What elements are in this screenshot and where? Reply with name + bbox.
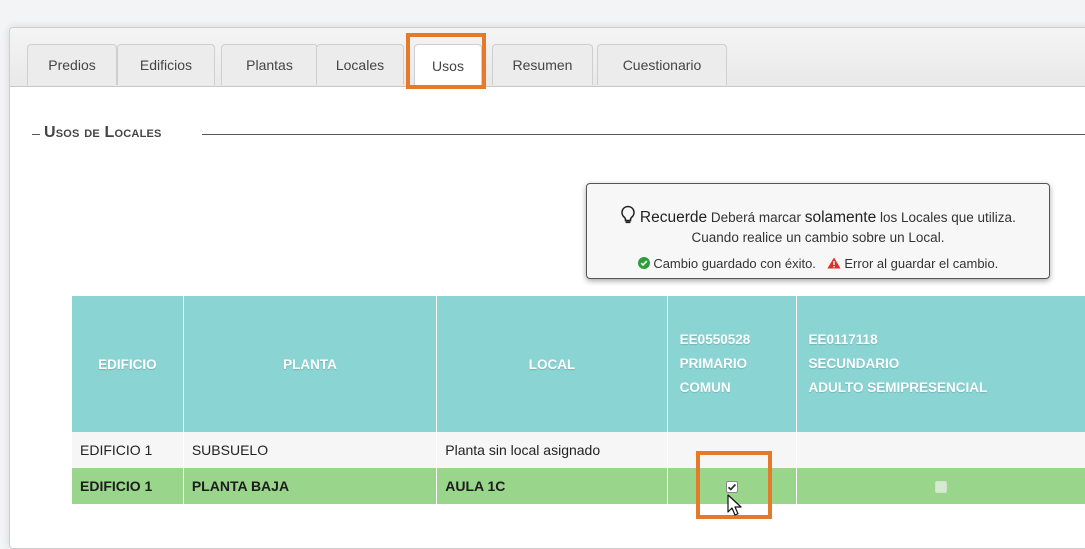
section-title: Usos de Locales <box>42 124 164 142</box>
lightbulb-icon <box>620 205 636 225</box>
header-planta: PLANTA <box>183 296 436 432</box>
tip-recuerde: Recuerde <box>640 209 707 226</box>
tab-bar: Predios Edificios Plantas Locales Usos R… <box>10 28 1085 87</box>
cell-local: Planta sin local asignado <box>437 432 667 468</box>
cell-col2-empty <box>796 432 1085 468</box>
tip-text-strong: solamente <box>805 209 877 226</box>
cell-edificio: EDIFICIO 1 <box>72 468 183 504</box>
tip-line-2: Cuando realice un cambio sobre un Local. <box>587 230 1049 245</box>
use-checkbox-secundario[interactable] <box>935 481 947 493</box>
tab-plantas[interactable]: Plantas <box>221 44 318 85</box>
use-checkbox-primario[interactable] <box>726 481 738 493</box>
mouse-cursor-icon <box>727 494 745 518</box>
table-row-selected: EDIFICIO 1 PLANTA BAJA AULA 1C <box>72 468 1085 504</box>
header-col1-code: EE0550528 <box>680 328 796 352</box>
section-legend: Usos de Locales <box>32 124 1085 144</box>
table-header-row: EDIFICIO PLANTA LOCAL EE0550528 PRIMARIO… <box>72 296 1085 432</box>
tip-text-a: Deberá marcar <box>711 210 801 225</box>
tab-resumen[interactable]: Resumen <box>492 44 593 85</box>
legend-line-right <box>202 134 1085 135</box>
header-local: LOCAL <box>437 296 667 432</box>
cell-local: AULA 1C <box>437 468 667 504</box>
tip-text-b: los Locales que utiliza. <box>880 210 1016 225</box>
usos-table: EDIFICIO PLANTA LOCAL EE0550528 PRIMARIO… <box>72 296 1085 504</box>
header-col2-mode: ADULTO SEMIPRESENCIAL <box>809 376 1085 400</box>
header-col2: EE0117118 SECUNDARIO ADULTO SEMIPRESENCI… <box>796 296 1085 432</box>
cell-col1-empty <box>667 432 796 468</box>
cell-col2-check <box>796 468 1085 504</box>
tip-line-1: Recuerde Deberá marcar solamente los Loc… <box>587 205 1049 227</box>
table-row: EDIFICIO 1 SUBSUELO Planta sin local asi… <box>72 432 1085 468</box>
check-circle-icon <box>638 257 650 269</box>
header-col1: EE0550528 PRIMARIO COMUN <box>667 296 796 432</box>
tab-usos[interactable]: Usos <box>414 44 482 87</box>
tip-error-text: Error al guardar el cambio. <box>844 256 998 271</box>
cell-edificio: EDIFICIO 1 <box>72 432 183 468</box>
header-col1-mode: COMUN <box>680 376 796 400</box>
legend-line-left <box>32 134 40 135</box>
tip-ok-text: Cambio guardado con éxito. <box>653 256 816 271</box>
tab-locales[interactable]: Locales <box>316 44 404 85</box>
tip-box: Recuerde Deberá marcar solamente los Loc… <box>586 183 1050 279</box>
header-edificio: EDIFICIO <box>72 296 183 432</box>
tab-edificios[interactable]: Edificios <box>117 44 215 85</box>
header-col1-level: PRIMARIO <box>680 352 796 376</box>
tab-cuestionario[interactable]: Cuestionario <box>597 44 727 85</box>
header-col2-level: SECUNDARIO <box>809 352 1085 376</box>
tab-predios[interactable]: Predios <box>27 44 117 85</box>
warning-icon <box>827 257 841 269</box>
tip-line-3: Cambio guardado con éxito. Error al guar… <box>587 256 1049 271</box>
checkbox-icon <box>727 482 737 492</box>
cell-planta: PLANTA BAJA <box>183 468 436 504</box>
cell-planta: SUBSUELO <box>183 432 436 468</box>
header-col2-code: EE0117118 <box>809 328 1085 352</box>
